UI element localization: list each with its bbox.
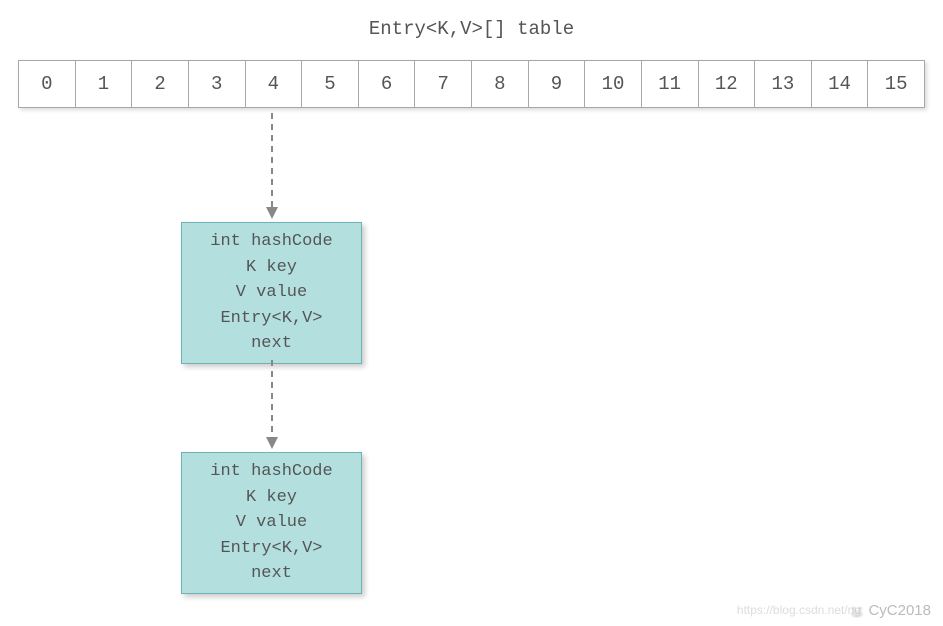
entry-field: int hashCode bbox=[190, 459, 353, 485]
array-cell: 0 bbox=[18, 60, 76, 108]
entry-field: V value bbox=[190, 280, 353, 306]
arrow-icon bbox=[265, 113, 279, 222]
watermark-author: CyC2018 bbox=[848, 602, 931, 620]
array-cell: 15 bbox=[867, 60, 925, 108]
watermark-text: CyC2018 bbox=[868, 602, 931, 619]
hash-table-array: 0 1 2 3 4 5 6 7 8 9 10 11 12 13 14 15 bbox=[18, 60, 925, 108]
array-cell: 12 bbox=[698, 60, 756, 108]
array-cell: 4 bbox=[245, 60, 303, 108]
array-cell: 1 bbox=[75, 60, 133, 108]
entry-field: Entry<K,V> bbox=[190, 306, 353, 332]
array-cell: 2 bbox=[131, 60, 189, 108]
array-cell: 6 bbox=[358, 60, 416, 108]
array-cell: 13 bbox=[754, 60, 812, 108]
diagram-title: Entry<K,V>[] table bbox=[0, 0, 943, 60]
array-cell: 14 bbox=[811, 60, 869, 108]
entry-field: next bbox=[190, 331, 353, 357]
array-cell: 7 bbox=[414, 60, 472, 108]
watermark-url: https://blog.csdn.net/ng bbox=[737, 603, 861, 617]
array-cell: 5 bbox=[301, 60, 359, 108]
entry-field: Entry<K,V> bbox=[190, 536, 353, 562]
entry-field: V value bbox=[190, 510, 353, 536]
array-cell: 3 bbox=[188, 60, 246, 108]
entry-field: next bbox=[190, 561, 353, 587]
entry-node: int hashCode K key V value Entry<K,V> ne… bbox=[181, 452, 362, 594]
entry-field: K key bbox=[190, 255, 353, 281]
array-cell: 11 bbox=[641, 60, 699, 108]
array-cell: 9 bbox=[528, 60, 586, 108]
entry-field: K key bbox=[190, 485, 353, 511]
array-cell: 10 bbox=[584, 60, 642, 108]
arrow-icon bbox=[265, 360, 279, 452]
logo-icon bbox=[848, 602, 866, 620]
entry-node: int hashCode K key V value Entry<K,V> ne… bbox=[181, 222, 362, 364]
array-cell: 8 bbox=[471, 60, 529, 108]
entry-field: int hashCode bbox=[190, 229, 353, 255]
